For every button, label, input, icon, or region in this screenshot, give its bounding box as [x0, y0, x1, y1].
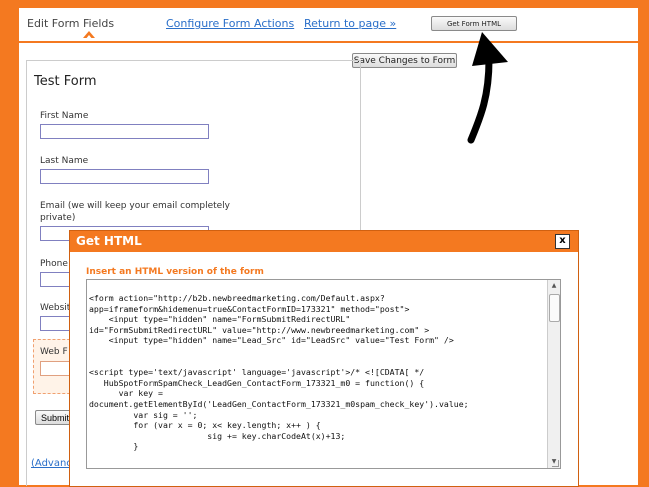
modal-title: Get HTML [76, 234, 142, 248]
scroll-thumb[interactable] [549, 294, 560, 322]
html-code: <form action="http://b2b.newbreedmarketi… [89, 293, 469, 452]
web-form-input[interactable] [40, 361, 72, 376]
field-label-email: Email (we will keep your email completel… [40, 201, 231, 223]
curved-arrow-icon [467, 32, 508, 144]
website-input[interactable] [40, 316, 72, 331]
resize-grip-icon[interactable] [552, 460, 559, 467]
html-code-textarea[interactable]: <form action="http://b2b.newbreedmarketi… [86, 279, 561, 469]
close-icon[interactable]: x [555, 234, 570, 249]
scroll-up-icon[interactable]: ▲ [549, 281, 559, 291]
modal-header: Get HTML x [70, 231, 578, 252]
modal-subtitle: Insert an HTML version of the form [86, 267, 264, 277]
get-html-modal: Get HTML x Insert an HTML version of the… [69, 230, 579, 487]
last-name-input[interactable] [40, 169, 209, 184]
code-scrollbar[interactable]: ▲ ▼ [547, 280, 560, 468]
phone-input[interactable] [40, 272, 72, 287]
